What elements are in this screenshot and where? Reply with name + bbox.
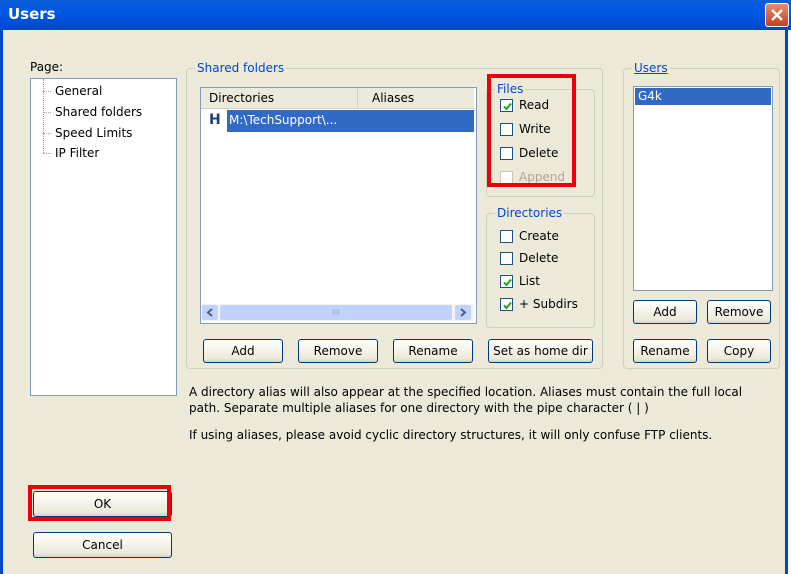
arrow-left-icon bbox=[206, 308, 213, 317]
tree-item-speed-limits[interactable]: Speed Limits bbox=[55, 126, 132, 140]
check-icon bbox=[503, 301, 512, 310]
tree-item-ip-filter[interactable]: IP Filter bbox=[55, 146, 99, 160]
user-item[interactable]: G4k bbox=[635, 88, 771, 105]
check-icon bbox=[503, 278, 512, 287]
page-tree: General Shared folders Speed Limits IP F… bbox=[30, 78, 177, 396]
scroll-right-button[interactable] bbox=[455, 305, 471, 320]
list-row[interactable]: H M:\TechSupport\... bbox=[201, 110, 474, 132]
horizontal-scrollbar[interactable]: III bbox=[201, 304, 474, 321]
close-icon bbox=[771, 9, 783, 21]
delete-dir-label: Delete bbox=[519, 251, 559, 265]
cancel-button[interactable]: Cancel bbox=[33, 532, 172, 558]
tree-item-shared-folders[interactable]: Shared folders bbox=[55, 105, 142, 119]
dialog-client: Page: General Shared folders Speed Limit… bbox=[0, 30, 788, 574]
add-user-button[interactable]: Add bbox=[633, 300, 697, 324]
row-path: M:\TechSupport\... bbox=[229, 113, 338, 127]
files-highlight bbox=[487, 74, 576, 187]
window-title: Users bbox=[8, 5, 56, 23]
subdirs-checkbox[interactable] bbox=[500, 298, 513, 311]
users-list: G4k bbox=[633, 86, 773, 291]
user-name: G4k bbox=[638, 89, 662, 103]
column-aliases[interactable]: Aliases bbox=[358, 88, 474, 108]
rename-folder-button[interactable]: Rename bbox=[393, 339, 473, 363]
add-folder-button[interactable]: Add bbox=[203, 339, 283, 363]
column-directories[interactable]: Directories bbox=[201, 88, 358, 108]
shared-folders-title: Shared folders bbox=[195, 61, 287, 75]
title-bar: Users bbox=[0, 0, 791, 30]
set-home-dir-button[interactable]: Set as home dir bbox=[488, 339, 593, 363]
scroll-grip: III bbox=[332, 308, 340, 317]
tree-item-general[interactable]: General bbox=[55, 84, 102, 98]
copy-user-button[interactable]: Copy bbox=[707, 339, 771, 363]
remove-folder-button[interactable]: Remove bbox=[298, 339, 378, 363]
arrow-right-icon bbox=[460, 308, 467, 317]
info-line-3: If using aliases, please avoid cyclic di… bbox=[189, 428, 713, 442]
directories-list: Directories Aliases H M:\TechSupport\...… bbox=[200, 87, 477, 324]
directories-perm-title: Directories bbox=[495, 206, 565, 220]
users-title: Users bbox=[632, 61, 670, 75]
info-line-1: A directory alias will also appear at th… bbox=[189, 385, 743, 399]
home-dir-marker: H bbox=[209, 112, 221, 128]
delete-dir-checkbox[interactable] bbox=[500, 252, 513, 265]
subdirs-label: + Subdirs bbox=[519, 297, 578, 311]
close-button[interactable] bbox=[765, 3, 789, 27]
ok-highlight bbox=[28, 485, 171, 521]
list-header: Directories Aliases bbox=[201, 88, 474, 109]
scroll-thumb[interactable]: III bbox=[220, 305, 452, 320]
list-label: List bbox=[519, 274, 540, 288]
page-label: Page: bbox=[30, 60, 64, 74]
scroll-left-button[interactable] bbox=[202, 305, 218, 320]
remove-user-button[interactable]: Remove bbox=[707, 300, 771, 324]
list-checkbox[interactable] bbox=[500, 275, 513, 288]
info-line-2: path. Separate multiple aliases for one … bbox=[189, 401, 649, 415]
create-label: Create bbox=[519, 229, 559, 243]
rename-user-button[interactable]: Rename bbox=[633, 339, 697, 363]
create-checkbox[interactable] bbox=[500, 230, 513, 243]
